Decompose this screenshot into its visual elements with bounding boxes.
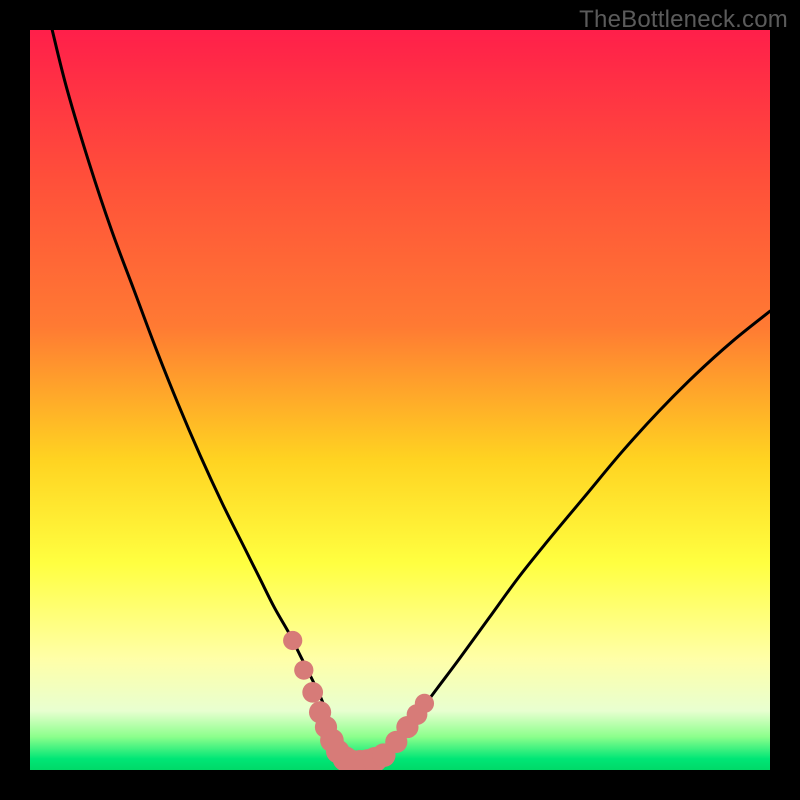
- plot-area: [30, 30, 770, 770]
- gradient-background: [30, 30, 770, 770]
- chart-svg: [30, 30, 770, 770]
- chart-frame: TheBottleneck.com: [0, 0, 800, 800]
- curve-marker: [294, 660, 313, 679]
- curve-marker: [415, 694, 434, 713]
- curve-marker: [302, 682, 323, 703]
- curve-marker: [283, 631, 302, 650]
- watermark-text: TheBottleneck.com: [579, 6, 788, 34]
